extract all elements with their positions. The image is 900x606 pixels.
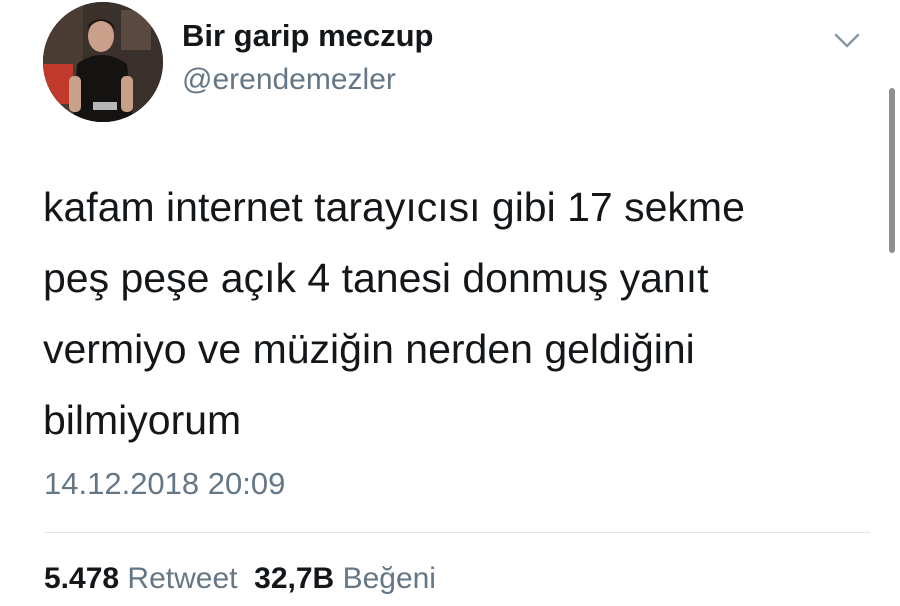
tweet-detail: Bir garip meczup @erendemezler kafam int…: [0, 0, 900, 606]
scrollbar[interactable]: [889, 88, 895, 253]
divider: [44, 532, 870, 533]
tweet-text-line: vermiyo ve müziğin nerden geldiğini: [43, 326, 695, 372]
like-stat[interactable]: 32,7B Beğeni: [254, 562, 436, 595]
tweet-text-line: kafam internet tarayıcısı gibi 17 sekme: [43, 184, 745, 230]
retweet-count: 5.478: [44, 562, 120, 595]
engagement-stats: 5.478 Retweet 32,7B Beğeni: [44, 562, 436, 596]
chevron-down-icon[interactable]: [832, 28, 862, 52]
user-handle[interactable]: @erendemezler: [182, 63, 396, 97]
tweet-text-line: peş peşe açık 4 tanesi donmuş yanıt: [43, 255, 709, 301]
retweet-label: Retweet: [127, 562, 238, 595]
avatar[interactable]: [43, 2, 163, 122]
retweet-stat[interactable]: 5.478 Retweet: [44, 562, 237, 595]
tweet-text-line: bilmiyorum: [43, 397, 242, 443]
like-label: Beğeni: [342, 562, 436, 595]
like-count: 32,7B: [254, 562, 335, 595]
tweet-text: kafam internet tarayıcısı gibi 17 sekme …: [43, 172, 843, 456]
profile-photo-icon: [43, 2, 163, 122]
tweet-timestamp[interactable]: 14.12.2018 20:09: [44, 466, 285, 502]
display-name[interactable]: Bir garip meczup: [182, 18, 434, 54]
